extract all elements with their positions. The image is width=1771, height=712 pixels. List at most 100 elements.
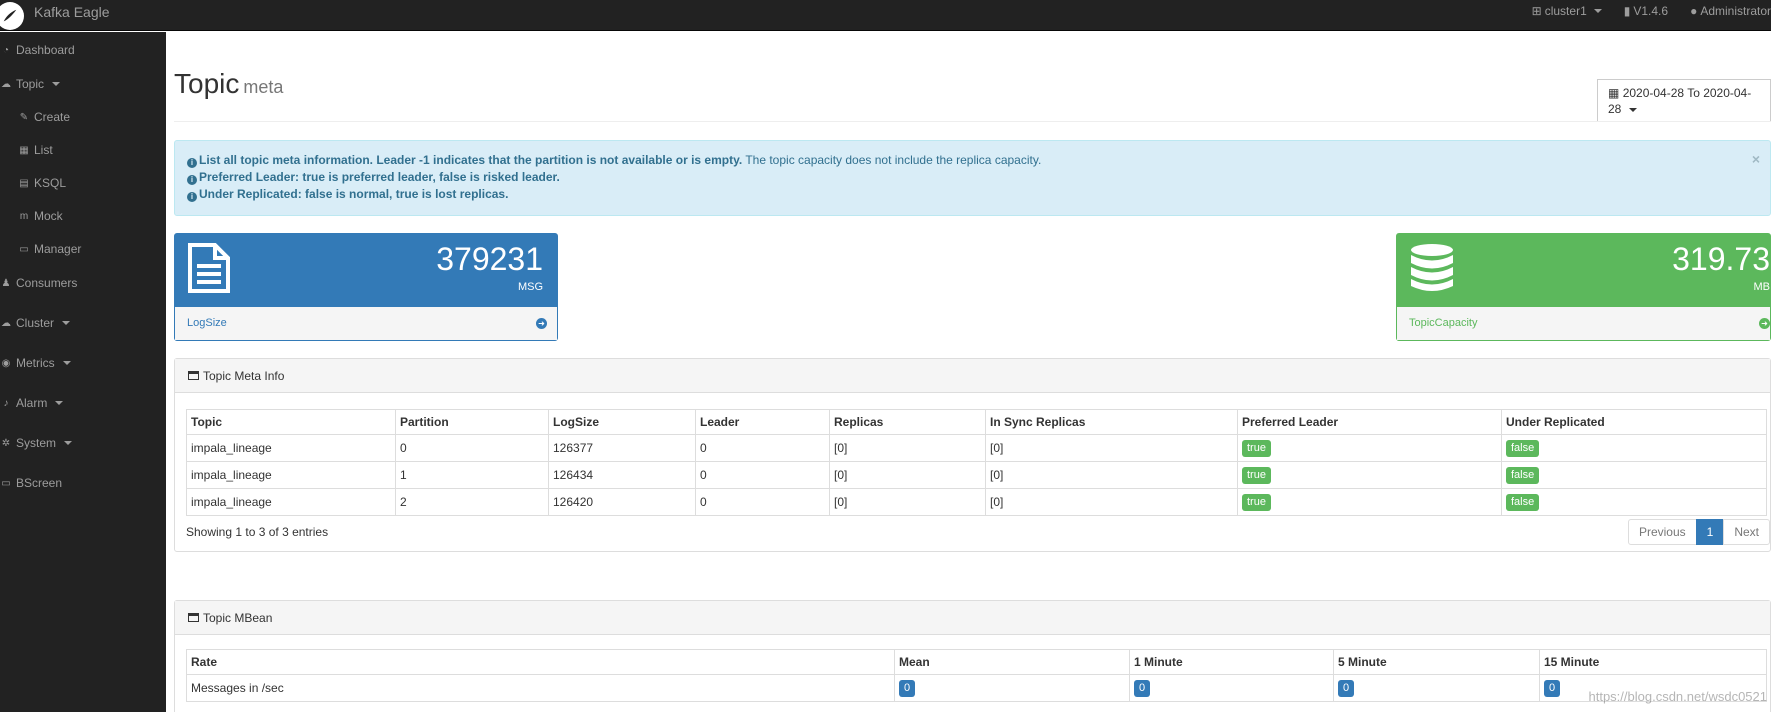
- sidebar-item-consumers[interactable]: ♟ Consumers: [0, 276, 78, 290]
- sidebar-item-manager[interactable]: ▭ Manager: [18, 242, 81, 256]
- chevron-down-icon: [64, 441, 73, 445]
- table-info: Showing 1 to 3 of 3 entries: [186, 525, 329, 539]
- sidebar-item-bscreen[interactable]: ▭ BScreen: [0, 476, 62, 490]
- fifteen-minute-badge: 0: [1544, 679, 1561, 697]
- sidebar-item-mock[interactable]: m Mock: [18, 209, 63, 223]
- replicas-cell: [0]: [829, 461, 986, 489]
- capacity-label: TopicCapacity: [1409, 317, 1478, 329]
- preferred-leader-cell: true: [1237, 461, 1502, 489]
- sidebar-item-list[interactable]: ▦ List: [18, 143, 53, 157]
- five-minute-badge: 0: [1338, 679, 1355, 697]
- topic-cell: impala_lineage: [186, 488, 396, 516]
- column-header[interactable]: In Sync Replicas: [985, 409, 1238, 435]
- sidebar-item-label: Cluster: [16, 316, 55, 330]
- column-header[interactable]: LogSize: [548, 409, 696, 435]
- version-link[interactable]: ▮ V1.4.6: [1624, 4, 1668, 18]
- chevron-down-icon: [52, 82, 61, 86]
- sidebar-item-cluster[interactable]: ☁ Cluster: [0, 316, 71, 330]
- brand-name: Kafka Eagle: [34, 3, 110, 20]
- logsize-footer-link[interactable]: LogSize ➜: [175, 307, 557, 340]
- logsize-cell: 126434: [548, 461, 696, 489]
- comments-icon: ☁: [1, 78, 11, 90]
- replicas-cell: [0]: [829, 488, 986, 516]
- sidebar-item-label: Alarm: [16, 396, 48, 410]
- mean-cell: 0: [894, 674, 1130, 702]
- brand[interactable]: Kafka Eagle: [0, 0, 110, 31]
- sitemap-icon: ⊞: [1531, 4, 1542, 18]
- sidebar-item-label: Metrics: [16, 356, 55, 370]
- alert-line-1: i List all topic meta information. Leader…: [187, 152, 1758, 169]
- one-minute-badge: 0: [1134, 679, 1151, 697]
- table-row: impala_lineage 0 126377 0 [0] [0] true f…: [186, 434, 1767, 462]
- topic-cell: impala_lineage: [186, 461, 396, 489]
- topic-mbean-table: Rate Mean 1 Minute 5 Minute 15 Minute Me…: [186, 649, 1767, 702]
- logsize-panel-heading: 379231 MSG: [175, 234, 557, 307]
- close-icon[interactable]: ×: [1752, 151, 1760, 168]
- user-menu[interactable]: ● Administrator: [1690, 4, 1771, 18]
- isr-cell: [0]: [985, 488, 1238, 516]
- table-header-row: Rate Mean 1 Minute 5 Minute 15 Minute: [186, 649, 1767, 675]
- sidebar-item-label: List: [34, 143, 53, 157]
- column-header[interactable]: Under Replicated: [1501, 409, 1767, 435]
- sidebar-item-system[interactable]: ✲ System: [0, 436, 73, 450]
- date-range-picker[interactable]: ▦ 2020-04-28 To 2020-04-28: [1597, 79, 1771, 122]
- main-content: Topic meta ▦ 2020-04-28 To 2020-04-28 i Li…: [166, 32, 1771, 712]
- cluster-dropdown[interactable]: ⊞ cluster1: [1532, 4, 1602, 18]
- sidebar-item-create[interactable]: ✎ Create: [18, 110, 70, 124]
- preferred-leader-badge: true: [1242, 439, 1271, 457]
- capacity-footer-link[interactable]: TopicCapacity ➜: [1397, 307, 1770, 340]
- column-header[interactable]: Replicas: [829, 409, 986, 435]
- sidebar-item-label: Create: [34, 110, 71, 124]
- sidebar-item-metrics[interactable]: ◉ Metrics: [0, 356, 71, 370]
- capacity-unit: MB: [1753, 281, 1771, 293]
- pagination: Previous 1 Next: [1627, 519, 1770, 545]
- sidebar-item-dashboard[interactable]: ◔ Dashboard: [0, 43, 75, 57]
- topic-mbean-heading: Topic MBean: [175, 601, 1770, 635]
- sidebar-item-topic[interactable]: ☁ Topic: [0, 77, 61, 91]
- chevron-down-icon: [55, 401, 64, 405]
- under-replicated-badge: false: [1506, 439, 1540, 457]
- column-header[interactable]: Partition: [395, 409, 549, 435]
- leader-cell: 0: [695, 488, 830, 516]
- sidebar-item-label: Consumers: [16, 276, 78, 290]
- list-icon: ▭: [19, 243, 29, 255]
- under-replicated-cell: false: [1501, 461, 1767, 489]
- sidebar-item-label: Manager: [34, 242, 82, 256]
- column-header[interactable]: Leader: [695, 409, 830, 435]
- eye-icon: ◉: [1, 357, 11, 369]
- table-row: impala_lineage 2 126420 0 [0] [0] true f…: [186, 488, 1767, 516]
- topic-meta-panel: Topic Meta Info Topic Partition LogSize …: [174, 358, 1771, 552]
- column-header: 5 Minute: [1333, 649, 1540, 675]
- alert-line-2: i Preferred Leader: true is preferred lea…: [187, 169, 1758, 186]
- partition-cell: 0: [395, 434, 549, 462]
- topic-cell: impala_lineage: [186, 434, 396, 462]
- file-icon: ▤: [19, 177, 29, 189]
- one-minute-cell: 0: [1129, 674, 1334, 702]
- cloud-icon: ☁: [1, 317, 11, 329]
- partition-cell: 2: [395, 488, 549, 516]
- arrow-circle-right-icon: ➜: [536, 318, 547, 329]
- column-header[interactable]: Topic: [186, 409, 396, 435]
- table-row: impala_lineage 1 126434 0 [0] [0] true f…: [186, 461, 1767, 489]
- dashboard-icon: ◔: [2, 44, 10, 56]
- topic-meta-table: Topic Partition LogSize Leader Replicas …: [186, 409, 1767, 516]
- user-icon: ●: [1690, 4, 1698, 18]
- preferred-leader-badge: true: [1242, 466, 1271, 484]
- previous-page-button[interactable]: Previous: [1627, 519, 1697, 545]
- logsize-value: 379231: [436, 241, 543, 277]
- table-icon: [188, 613, 199, 622]
- logsize-cell: 126377: [548, 434, 696, 462]
- page-title: Topic meta: [174, 68, 284, 99]
- edit-icon: ✎: [19, 111, 29, 123]
- table-header-row: Topic Partition LogSize Leader Replicas …: [186, 409, 1767, 435]
- page-1-button[interactable]: 1: [1695, 519, 1725, 545]
- sidebar-item-ksql[interactable]: ▤ KSQL: [18, 176, 66, 190]
- info-icon: i: [187, 158, 197, 168]
- sidebar-item-alarm[interactable]: ♪ Alarm: [0, 396, 64, 410]
- capacity-panel-heading: 319.73 MB: [1397, 234, 1770, 307]
- preferred-leader-badge: true: [1242, 493, 1271, 511]
- next-page-button[interactable]: Next: [1723, 519, 1770, 545]
- column-header[interactable]: Preferred Leader: [1237, 409, 1502, 435]
- calendar-icon: ▦: [1608, 86, 1620, 100]
- mean-badge: 0: [899, 679, 916, 697]
